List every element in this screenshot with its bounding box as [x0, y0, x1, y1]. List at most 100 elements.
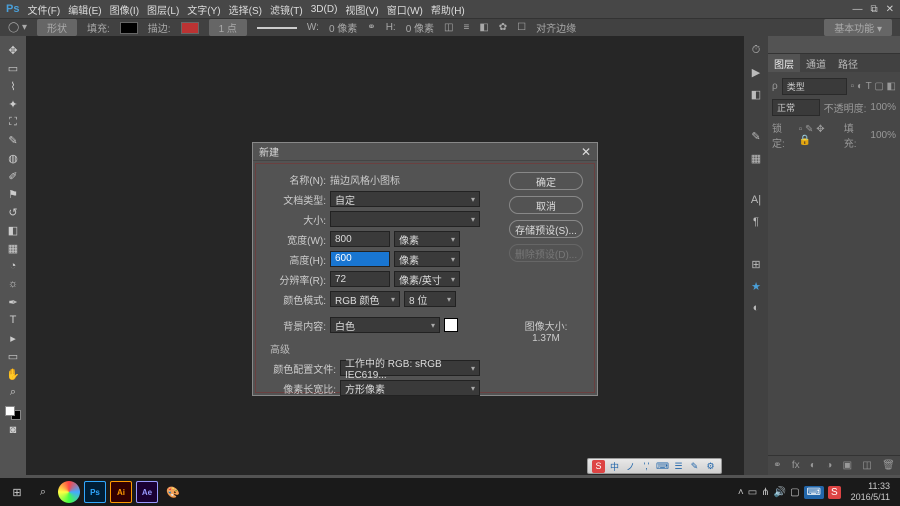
- gear-icon[interactable]: ✿: [499, 22, 507, 33]
- minimize-icon[interactable]: —: [852, 4, 862, 15]
- taskbar-clock[interactable]: 11:33 2016/5/11: [845, 481, 896, 503]
- blend-mode-select[interactable]: 正常: [772, 99, 820, 116]
- gradient-tool[interactable]: ▦: [4, 240, 22, 256]
- ok-button[interactable]: 确定: [509, 172, 583, 190]
- color-panel-icon[interactable]: ◐: [748, 300, 764, 316]
- quickmask-icon[interactable]: ◙: [4, 422, 22, 438]
- path-select-tool[interactable]: ▸: [4, 330, 22, 346]
- arrange-icon[interactable]: ◧: [479, 22, 488, 33]
- brushes-panel-icon[interactable]: ✎: [748, 128, 764, 144]
- opacity-value[interactable]: 100%: [870, 102, 896, 113]
- menu-type[interactable]: 文字(Y): [187, 2, 220, 17]
- dialog-close-button[interactable]: ✕: [581, 145, 591, 159]
- mask-icon[interactable]: ◐: [810, 460, 816, 471]
- cancel-button[interactable]: 取消: [509, 196, 583, 214]
- align-icon[interactable]: ≡: [463, 22, 469, 33]
- tray-notify-icon[interactable]: ▢: [790, 487, 799, 498]
- res-unit-select[interactable]: 像素/英寸: [394, 271, 460, 287]
- checkbox-align[interactable]: ☐: [517, 22, 526, 33]
- stroke-style[interactable]: [257, 27, 297, 29]
- eraser-tool[interactable]: ◧: [4, 222, 22, 238]
- shape-tool[interactable]: ▭: [4, 348, 22, 364]
- trash-icon[interactable]: 🗑: [882, 460, 895, 471]
- actions-panel-icon[interactable]: ▶: [748, 64, 764, 80]
- save-preset-button[interactable]: 存储预设(S)...: [509, 220, 583, 238]
- maximize-icon[interactable]: ⧉: [870, 4, 877, 15]
- type-tool[interactable]: T: [4, 312, 22, 328]
- layer-filter-select[interactable]: 类型: [782, 78, 847, 95]
- adjustment-icon[interactable]: ◑: [826, 460, 832, 471]
- ime-lang-icon[interactable]: 中: [608, 460, 621, 473]
- ime-menu-icon[interactable]: ☰: [672, 460, 685, 473]
- brush-tool[interactable]: ✐: [4, 168, 22, 184]
- depth-select[interactable]: 8 位: [404, 291, 456, 307]
- ime-toolbar[interactable]: S 中 ノ ',' ⌨ ☰ ✎ ⚙: [587, 458, 722, 474]
- menu-help[interactable]: 帮助(H): [431, 2, 465, 17]
- ime-logo-icon[interactable]: S: [592, 460, 605, 473]
- cortana-icon[interactable]: [58, 481, 80, 503]
- bg-select[interactable]: 白色: [330, 317, 440, 333]
- info-panel-icon[interactable]: ★: [748, 278, 764, 294]
- h-value[interactable]: 0 像素: [406, 20, 434, 35]
- menu-image[interactable]: 图像(I): [110, 2, 139, 17]
- filter-icons[interactable]: ▫ ◐ T ▢ ◧: [851, 81, 896, 92]
- search-icon[interactable]: ⌕: [32, 481, 54, 503]
- tool-preset-icon[interactable]: ◯ ▾: [8, 22, 27, 33]
- new-layer-icon[interactable]: ◫: [862, 460, 871, 471]
- aspect-select[interactable]: 方形像素: [340, 380, 480, 396]
- start-button[interactable]: ⊞: [6, 481, 28, 503]
- tray-up-icon[interactable]: ˄: [738, 487, 744, 498]
- swatches-panel-icon[interactable]: ▦: [748, 150, 764, 166]
- lasso-tool[interactable]: ⌇: [4, 78, 22, 94]
- char-panel-icon[interactable]: A|: [748, 192, 764, 208]
- nav-panel-icon[interactable]: ⊞: [748, 256, 764, 272]
- hand-tool[interactable]: ✋: [4, 366, 22, 382]
- menu-3d[interactable]: 3D(D): [311, 4, 338, 15]
- mode-select[interactable]: RGB 颜色: [330, 291, 400, 307]
- crop-tool[interactable]: ⛶: [4, 114, 22, 130]
- ime-tool-icon[interactable]: ⚙: [704, 460, 717, 473]
- taskbar-photoshop[interactable]: Ps: [84, 481, 106, 503]
- ime-skin-icon[interactable]: ✎: [688, 460, 701, 473]
- group-icon[interactable]: ▣: [843, 460, 852, 471]
- fill-swatch[interactable]: [120, 22, 138, 34]
- dialog-titlebar[interactable]: 新建 ✕: [253, 143, 597, 161]
- size-select[interactable]: [330, 211, 480, 227]
- fill-opacity-value[interactable]: 100%: [870, 130, 896, 141]
- ime-mode-icon[interactable]: ',': [640, 460, 653, 473]
- taskbar-illustrator[interactable]: Ai: [110, 481, 132, 503]
- tray-volume-icon[interactable]: 🔊: [774, 487, 786, 498]
- menu-select[interactable]: 选择(S): [229, 2, 262, 17]
- menu-edit[interactable]: 编辑(E): [68, 2, 101, 17]
- stamp-tool[interactable]: ⚑: [4, 186, 22, 202]
- wand-tool[interactable]: ✦: [4, 96, 22, 112]
- path-ops-icon[interactable]: ◫: [444, 22, 453, 33]
- ime-softkb-icon[interactable]: ⌨: [656, 460, 669, 473]
- link-icon[interactable]: ⚭: [367, 22, 375, 33]
- menu-file[interactable]: 文件(F): [27, 2, 60, 17]
- move-tool[interactable]: ✥: [4, 42, 22, 58]
- heal-tool[interactable]: ◍: [4, 150, 22, 166]
- eyedropper-tool[interactable]: ✎: [4, 132, 22, 148]
- para-panel-icon[interactable]: ¶: [748, 214, 764, 230]
- tray-battery-icon[interactable]: ▭: [748, 487, 757, 498]
- tray-wifi-icon[interactable]: ⋔: [761, 487, 769, 498]
- profile-select[interactable]: 工作中的 RGB: sRGB IEC619...: [340, 360, 480, 376]
- tab-layers[interactable]: 图层: [768, 54, 800, 72]
- res-input[interactable]: [330, 271, 390, 287]
- tray-ime-icon[interactable]: ⌨: [804, 486, 824, 499]
- tab-channels[interactable]: 通道: [800, 54, 832, 72]
- bg-swatch[interactable]: [444, 318, 458, 332]
- taskbar-aftereffects[interactable]: Ae: [136, 481, 158, 503]
- pen-tool[interactable]: ✒: [4, 294, 22, 310]
- tray-sogou-icon[interactable]: S: [828, 486, 841, 499]
- zoom-tool[interactable]: ⌕: [4, 384, 22, 400]
- height-unit-select[interactable]: 像素: [394, 251, 460, 267]
- ime-punct-icon[interactable]: ノ: [624, 460, 637, 473]
- close-icon[interactable]: ✕: [886, 4, 894, 15]
- height-input[interactable]: 600: [330, 251, 390, 267]
- stroke-swatch[interactable]: [181, 22, 199, 34]
- color-swatch[interactable]: [5, 406, 21, 420]
- advanced-label[interactable]: 高级: [266, 341, 508, 356]
- shape-mode[interactable]: 形状: [37, 19, 77, 36]
